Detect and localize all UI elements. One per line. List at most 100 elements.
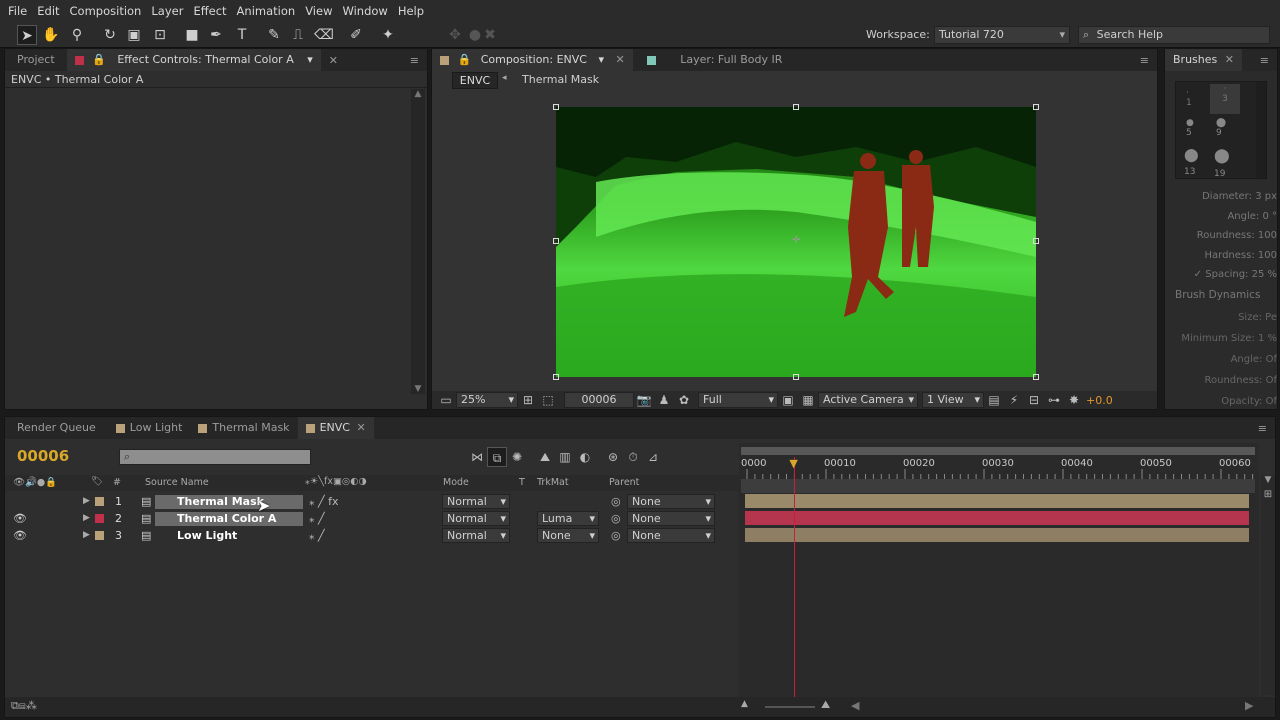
layer-duration-bar[interactable]	[745, 494, 1249, 508]
eraser-tool-icon[interactable]: ⌫	[314, 25, 334, 45]
clone-stamp-tool-icon[interactable]: ⎍	[288, 25, 308, 45]
tab-thermal-mask[interactable]: Thermal Mask	[190, 417, 297, 439]
handle-top-left[interactable]	[553, 104, 559, 110]
pan-behind-tool-icon[interactable]: ⊡	[150, 25, 170, 45]
panel-menu-icon[interactable]: ≡	[1260, 54, 1269, 67]
menu-file[interactable]: File	[8, 4, 27, 18]
close-icon[interactable]: ✕	[1225, 53, 1234, 66]
scroll-left-icon[interactable]: ◀	[851, 699, 859, 712]
flowchart-icon[interactable]: ⊶	[1044, 390, 1064, 410]
comp-button-icon[interactable]: ⊞	[1261, 489, 1275, 500]
expand-triangle-icon[interactable]: ▶	[83, 510, 90, 527]
camera-select[interactable]: Active Camera ▾	[818, 392, 918, 408]
brush-tip-1[interactable]: · 1	[1186, 88, 1192, 108]
menu-help[interactable]: Help	[398, 4, 424, 18]
layer-switches-icons[interactable]: ⁎ ╱	[309, 510, 325, 527]
scrollbar[interactable]	[1256, 82, 1266, 178]
fast-preview-toggle-icon[interactable]: ⚡	[1004, 390, 1024, 410]
work-area-range[interactable]	[741, 447, 1255, 455]
tab-layer[interactable]: Layer: Full Body IR	[639, 49, 791, 71]
selection-tool-icon[interactable]: ➤	[17, 25, 37, 45]
label-color-swatch[interactable]	[95, 514, 104, 523]
brush-tip-13[interactable]: ⬤ 13	[1184, 148, 1199, 178]
tab-composition[interactable]: 🔒 Composition: ENVC ▾ ✕	[432, 49, 633, 71]
chevron-down-icon[interactable]: ▼	[1261, 475, 1275, 485]
live-update-icon[interactable]: ⧉	[487, 447, 507, 467]
motion-blur-icon[interactable]: ◐	[575, 447, 595, 467]
fit-icon[interactable]: ⊞	[518, 390, 538, 410]
menu-animation[interactable]: Animation	[237, 4, 296, 18]
menu-layer[interactable]: Layer	[151, 4, 183, 18]
panel-menu-icon[interactable]: ≡	[1258, 422, 1267, 435]
layer-name[interactable]: Thermal Mask	[155, 495, 303, 509]
toggle-switches-icons[interactable]: ⧉⧈⁂	[11, 699, 37, 713]
exposure-reset-icon[interactable]: ✸	[1064, 390, 1084, 410]
layer-search-input[interactable]: ⌕	[119, 449, 311, 465]
expand-triangle-icon[interactable]: ▶	[83, 527, 90, 544]
blend-mode-select[interactable]: Normal ▾	[442, 511, 510, 526]
comp-viewer-footage[interactable]: ✛	[556, 107, 1036, 377]
blend-mode-select[interactable]: Normal ▾	[442, 528, 510, 543]
transparency-grid-icon[interactable]: ▦	[798, 390, 818, 410]
scroll-down-icon[interactable]: ▼	[411, 384, 425, 394]
auto-keyframe-icon[interactable]: ⏱	[623, 447, 643, 467]
time-ruler[interactable]: 0000 00010 00020 00030 00040 00050 00060	[739, 455, 1259, 479]
layer-duration-bar[interactable]	[745, 511, 1249, 525]
chevron-down-icon[interactable]: ▾	[307, 53, 313, 66]
panel-menu-icon[interactable]: ≡	[410, 54, 419, 67]
fast-preview-icon[interactable]: ▣	[778, 390, 798, 410]
shape-tool-icon[interactable]: ■	[182, 25, 202, 45]
timeline-icon[interactable]: ⊟	[1024, 390, 1044, 410]
handle-bottom-center[interactable]	[793, 374, 799, 380]
layer-duration-bar[interactable]	[745, 528, 1249, 542]
current-time-display[interactable]: 00006	[564, 392, 634, 408]
channel-icon[interactable]: ✿	[674, 390, 694, 410]
brush-tip-19[interactable]: ⬤ 19	[1214, 148, 1230, 180]
shy-layers-icon[interactable]: ⛰	[535, 447, 555, 467]
parent-select[interactable]: None ▾	[627, 511, 715, 526]
close-icon[interactable]: ✕	[616, 53, 625, 66]
layer-name[interactable]: Low Light	[155, 529, 303, 543]
brush-tip-3[interactable]: · 3	[1210, 84, 1240, 114]
layer-row[interactable]: 👁 ▶ 3 ▤ Low Light ⁎ ╱ Normal ▾ None ▾ ◎ None ▾	[5, 527, 741, 544]
track-matte-select[interactable]: Luma ▾	[537, 511, 599, 526]
close-icon[interactable]: ✕	[329, 54, 338, 67]
brush-tip-9[interactable]: ⬤ 9	[1216, 118, 1226, 138]
tab-low-light[interactable]: Low Light	[108, 417, 191, 439]
chevron-down-icon[interactable]: ▾	[599, 53, 605, 66]
type-tool-icon[interactable]: T	[232, 25, 252, 45]
label-color-swatch[interactable]	[95, 497, 104, 506]
menu-window[interactable]: Window	[342, 4, 387, 18]
resolution-select[interactable]: Full ▾	[698, 392, 778, 408]
zoom-out-icon[interactable]: ▲	[741, 699, 748, 709]
workspace-select[interactable]: Tutorial 720 ▾	[934, 26, 1070, 44]
view-layout-select[interactable]: 1 View ▾	[922, 392, 984, 408]
comp-nav-current[interactable]: ENVC	[452, 72, 498, 89]
layer-row[interactable]: ▶ 1 ▤ Thermal Mask ⁎ ╱ fx Normal ▾ ◎ None ▾	[5, 493, 741, 510]
parent-select[interactable]: None ▾	[627, 528, 715, 543]
tab-envc[interactable]: ENVC ✕	[297, 417, 374, 439]
puppet-pin-tool-icon[interactable]: ✦	[378, 25, 398, 45]
zoom-slider[interactable]	[765, 706, 815, 708]
tab-project[interactable]: Project	[5, 49, 67, 71]
handle-top-center[interactable]	[793, 104, 799, 110]
always-preview-icon[interactable]: ▭	[436, 390, 456, 410]
zoom-in-icon[interactable]: ⛰	[821, 698, 830, 712]
playhead-handle-icon[interactable]: ▼	[789, 457, 797, 470]
brush-tip-5[interactable]: ● 5	[1186, 118, 1194, 138]
spacing-checkbox-icon[interactable]: ✓	[1194, 269, 1202, 280]
zoom-select[interactable]: 25% ▾	[456, 392, 518, 408]
handle-middle-left[interactable]	[553, 238, 559, 244]
current-time-indicator[interactable]	[794, 457, 796, 713]
rotation-tool-icon[interactable]: ↻	[100, 25, 120, 45]
close-icon[interactable]: ✕	[356, 421, 365, 434]
label-color-swatch[interactable]	[95, 531, 104, 540]
scroll-up-icon[interactable]: ▲	[411, 89, 425, 99]
layer-switches-icons[interactable]: ⁎ ╱ fx	[309, 493, 339, 510]
camera-tool-icon[interactable]: ▣	[124, 25, 144, 45]
menu-effect[interactable]: Effect	[193, 4, 226, 18]
timeline-current-time[interactable]: 00006	[17, 447, 69, 465]
frame-blending-icon[interactable]: ▥	[555, 447, 575, 467]
hand-tool-icon[interactable]: ✋	[41, 25, 61, 45]
visibility-eye-icon[interactable]: 👁	[13, 527, 27, 544]
